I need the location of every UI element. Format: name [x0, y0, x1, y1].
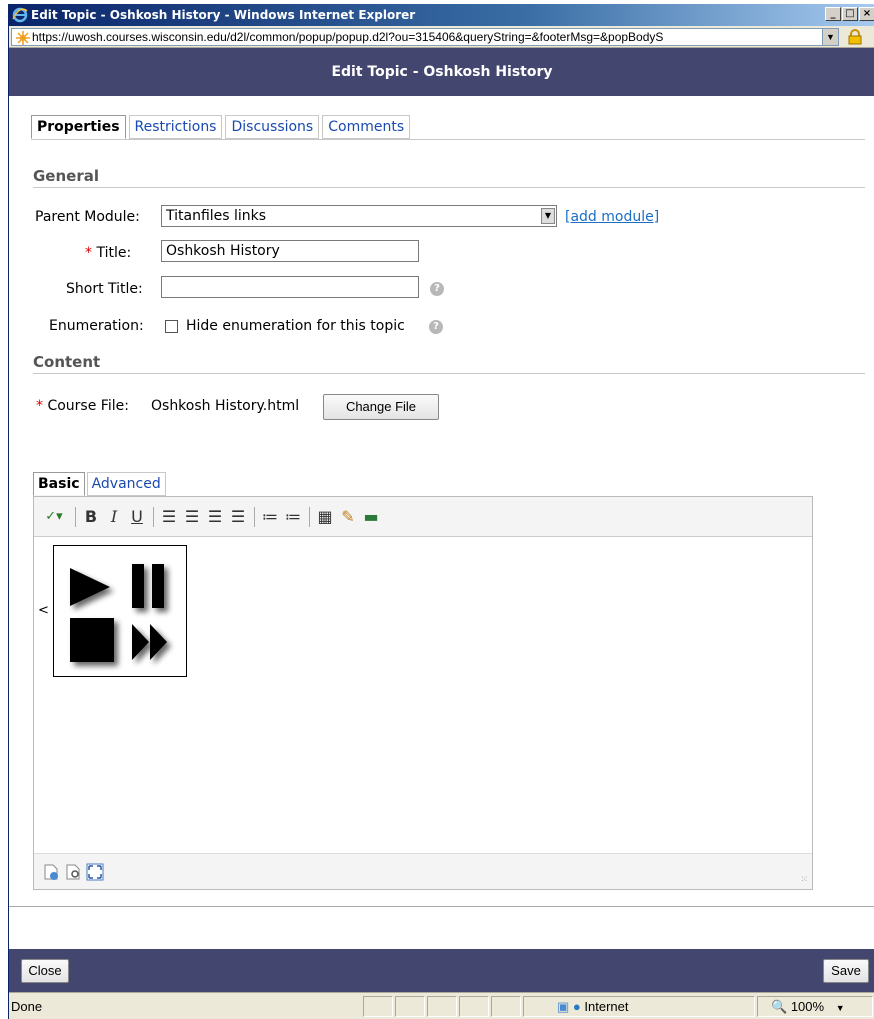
title-label: * Title: — [85, 245, 132, 261]
media-controls-icon — [70, 564, 167, 662]
hide-enumeration-checkbox[interactable] — [165, 320, 178, 333]
dialog-header: Edit Topic - Oshkosh History — [9, 48, 874, 96]
tab-basic[interactable]: Basic — [33, 472, 85, 496]
html-editor: ✓▾ B I U ☰ ☰ ☰ ☰ ≔ ≔ ▦ ✎ ▬ < ⁙ — [33, 496, 813, 890]
security-zone[interactable]: ▣ ● Internet — [557, 999, 629, 1015]
required-asterisk: * — [36, 398, 48, 414]
editor-content-area[interactable]: < — [34, 537, 812, 853]
tabs-divider — [31, 139, 865, 140]
tab-advanced[interactable]: Advanced — [86, 472, 166, 496]
fast-forward-icon — [132, 624, 149, 660]
align-justify-icon[interactable]: ☰ — [227, 506, 249, 528]
toolbar-separator — [153, 506, 154, 527]
preview-icon[interactable] — [64, 863, 82, 881]
enumeration-label: Enumeration: — [49, 318, 144, 334]
lock-icon[interactable] — [847, 29, 863, 45]
fullscreen-icon[interactable] — [86, 863, 104, 881]
numbered-list-icon[interactable]: ≔ — [282, 506, 304, 528]
course-file-label: * Course File: — [36, 398, 129, 414]
status-pane — [363, 996, 393, 1017]
status-pane — [427, 996, 457, 1017]
window-title: Edit Topic - Oshkosh History - Windows I… — [31, 8, 416, 22]
underline-icon[interactable]: U — [126, 506, 148, 528]
tab-restrictions[interactable]: Restrictions — [128, 115, 223, 139]
short-title-input[interactable] — [161, 276, 419, 298]
resize-grip-icon[interactable]: ⁙ — [800, 875, 808, 885]
bold-icon[interactable]: B — [80, 506, 102, 528]
parent-module-select[interactable]: Titanfiles links ▼ — [161, 205, 557, 227]
help-icon[interactable]: ? — [430, 282, 444, 296]
title-input[interactable]: Oshkosh History — [161, 240, 419, 262]
insert-image-icon[interactable]: ▬ — [360, 506, 382, 528]
zoom-control[interactable]: 🔍 100% ▼ — [771, 999, 845, 1015]
page-icon — [16, 31, 30, 45]
save-button[interactable]: Save — [823, 959, 869, 983]
align-center-icon[interactable]: ☰ — [181, 506, 203, 528]
address-text: https://uwosh.courses.wisconsin.edu/d2l/… — [32, 30, 664, 44]
status-pane — [459, 996, 489, 1017]
zoom-icon: 🔍 — [771, 999, 788, 1014]
required-asterisk: * — [85, 245, 97, 261]
address-input[interactable]: https://uwosh.courses.wisconsin.edu/d2l/… — [11, 28, 839, 46]
section-content-title: Content — [33, 353, 101, 371]
course-file-value: Oshkosh History.html — [151, 398, 300, 414]
section-general-rule — [33, 187, 865, 188]
section-content-rule — [33, 373, 865, 374]
editor-tabs: Basic Advanced — [33, 472, 166, 496]
close-window-button[interactable]: × — [859, 7, 874, 21]
chevron-down-icon[interactable]: ▼ — [541, 208, 555, 224]
page-content: Edit Topic - Oshkosh History Properties … — [9, 48, 874, 992]
new-document-icon[interactable] — [42, 863, 60, 881]
toolbar-separator — [75, 506, 76, 527]
add-module-link[interactable]: [add module] — [565, 209, 659, 225]
property-tabs: Properties Restrictions Discussions Comm… — [31, 115, 411, 139]
media-controls-image[interactable] — [53, 545, 187, 677]
globe-icon: ● — [572, 999, 581, 1014]
editor-footer: ⁙ — [34, 853, 812, 889]
protected-mode-icon: ▣ — [557, 999, 570, 1014]
tab-comments[interactable]: Comments — [322, 115, 411, 139]
toolbar-separator — [254, 506, 255, 527]
content-bottom-rule — [9, 906, 874, 907]
browser-window: Edit Topic - Oshkosh History - Windows I… — [8, 4, 874, 1019]
pause-icon — [132, 564, 144, 608]
hide-enumeration-label: Hide enumeration for this topic — [186, 318, 405, 334]
status-pane — [395, 996, 425, 1017]
status-pane — [491, 996, 521, 1017]
align-left-icon[interactable]: ☰ — [158, 506, 180, 528]
window-titlebar[interactable]: Edit Topic - Oshkosh History - Windows I… — [9, 4, 874, 26]
status-bar: Done ▣ ● Internet 🔍 100% ▼ — [9, 992, 874, 1019]
minimize-button[interactable]: _ — [825, 7, 841, 21]
address-dropdown-icon[interactable]: ▼ — [822, 29, 838, 45]
internet-explorer-icon — [12, 7, 28, 23]
italic-icon[interactable]: I — [103, 506, 125, 528]
editor-text: < — [38, 603, 49, 618]
toolbar-separator — [309, 506, 310, 527]
parent-module-value: Titanfiles links — [166, 208, 267, 224]
help-icon[interactable]: ? — [429, 320, 443, 334]
section-general-title: General — [33, 167, 99, 185]
stop-icon — [70, 618, 114, 662]
change-file-button[interactable]: Change File — [323, 394, 439, 420]
spellcheck-icon[interactable]: ✓▾ — [38, 506, 70, 528]
close-button[interactable]: Close — [21, 959, 69, 983]
status-text: Done — [11, 999, 43, 1014]
tab-properties[interactable]: Properties — [31, 115, 126, 139]
tab-discussions[interactable]: Discussions — [225, 115, 320, 139]
align-right-icon[interactable]: ☰ — [204, 506, 226, 528]
insert-table-icon[interactable]: ▦ — [314, 506, 336, 528]
short-title-label: Short Title: — [66, 281, 143, 297]
dialog-footer: Close Save — [9, 949, 874, 992]
parent-module-label: Parent Module: — [35, 209, 140, 225]
chevron-down-icon: ▼ — [835, 1003, 845, 1013]
insert-link-icon[interactable]: ✎ — [337, 506, 359, 528]
maximize-button[interactable]: □ — [842, 7, 858, 21]
bullet-list-icon[interactable]: ≔ — [259, 506, 281, 528]
editor-toolbar: ✓▾ B I U ☰ ☰ ☰ ☰ ≔ ≔ ▦ ✎ ▬ — [34, 497, 812, 537]
address-bar: https://uwosh.courses.wisconsin.edu/d2l/… — [9, 26, 874, 48]
play-icon — [70, 568, 110, 606]
